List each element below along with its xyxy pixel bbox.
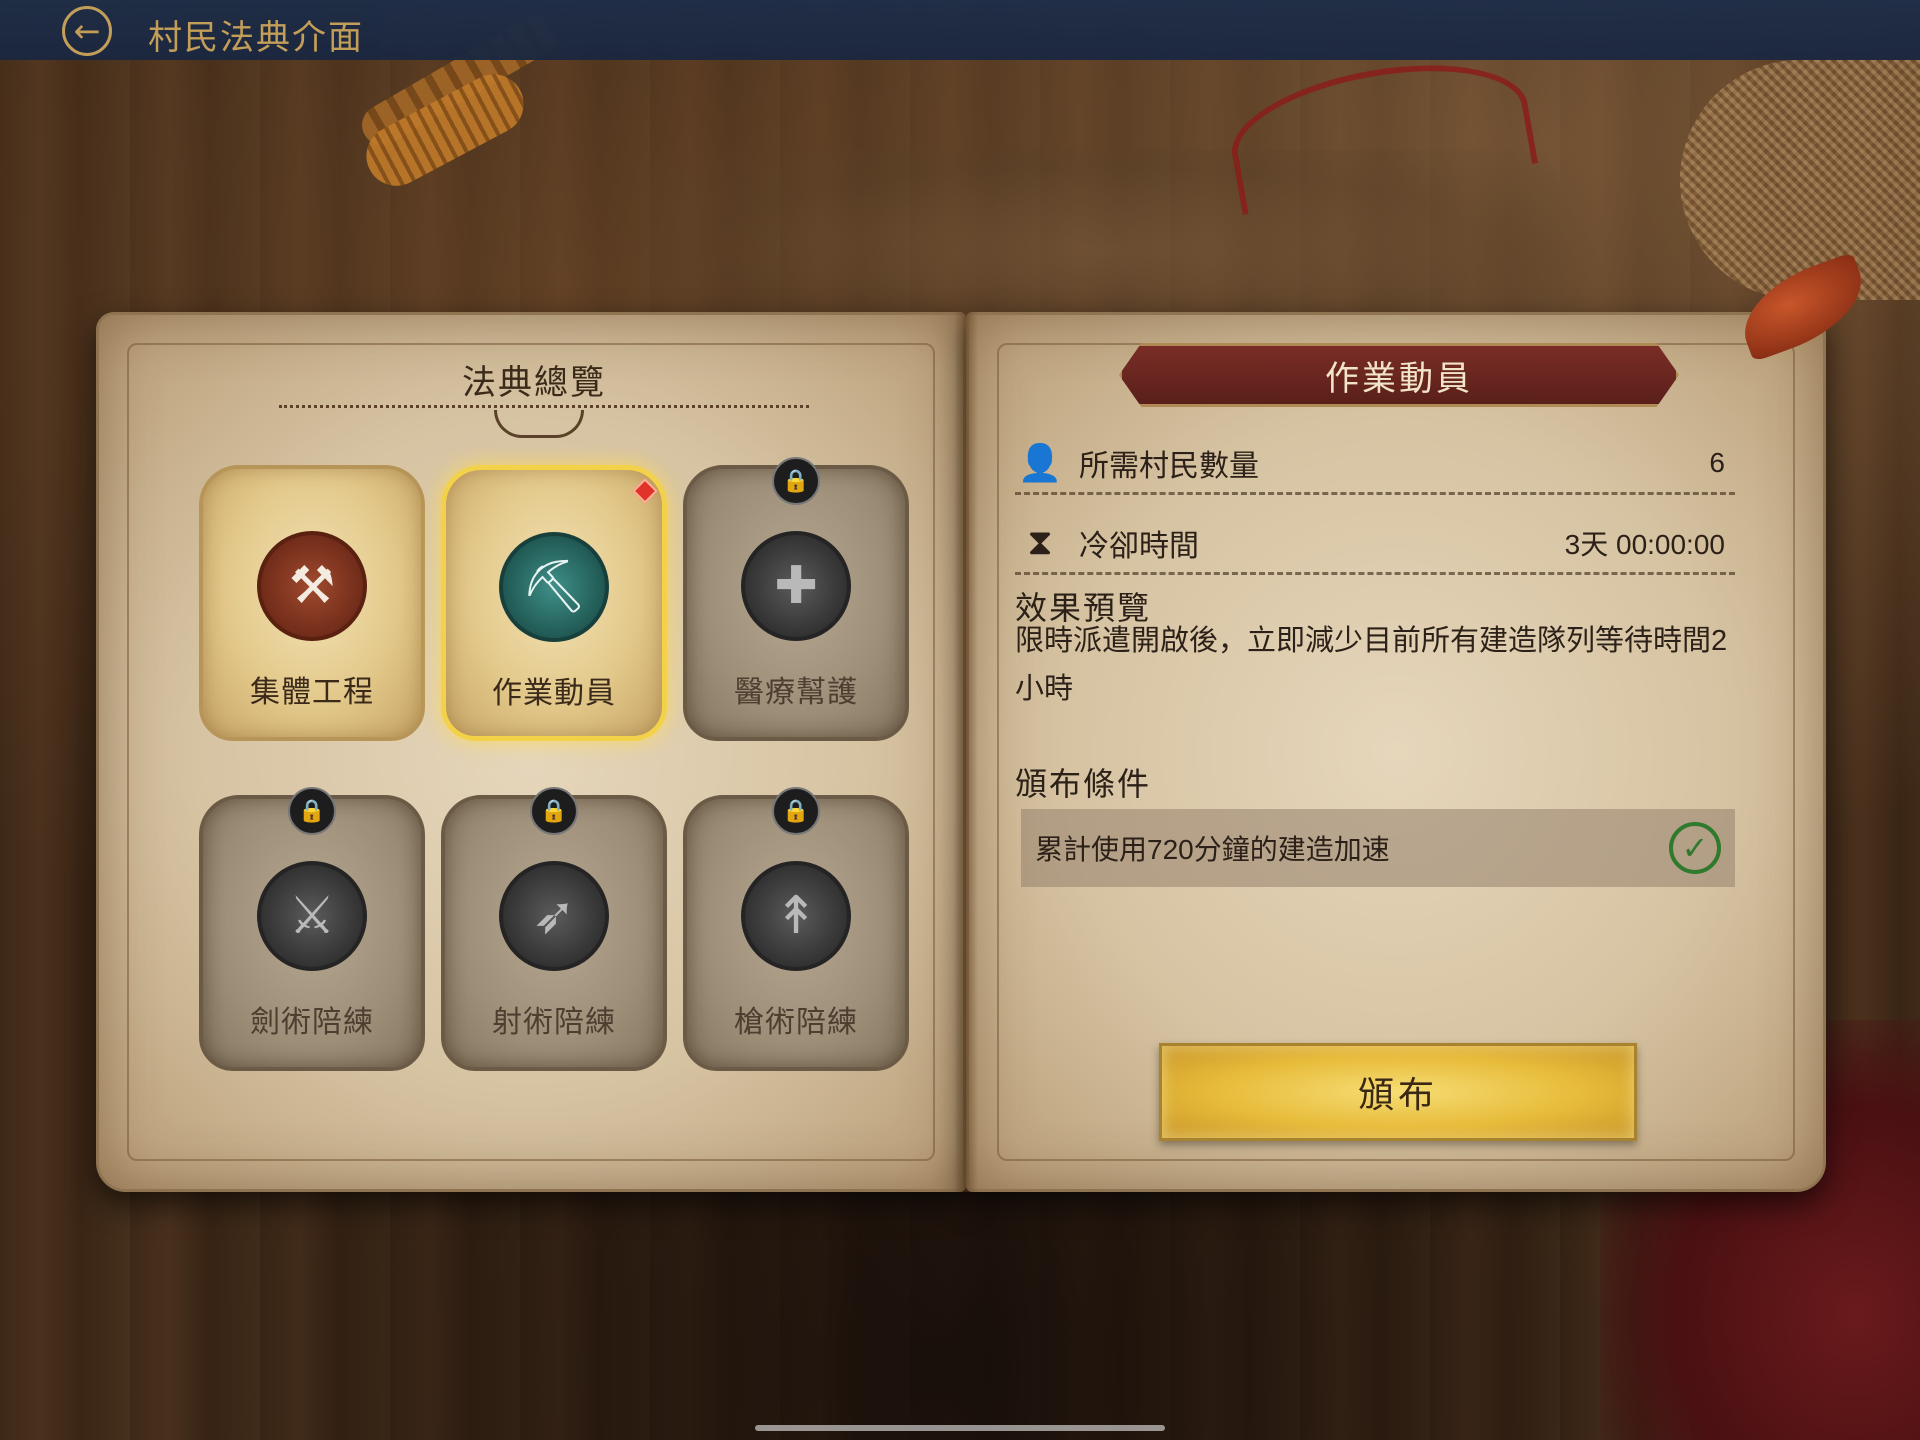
book-spine bbox=[954, 312, 978, 1192]
law-card-archery-training[interactable]: 🔒 ➶ 射術陪練 bbox=[441, 787, 667, 1071]
law-card-sword-training[interactable]: 🔒 ⚔ 劍術陪練 bbox=[199, 787, 425, 1071]
title-ornament bbox=[494, 410, 584, 438]
law-card-label: 槍術陪練 bbox=[734, 1005, 858, 1040]
arrow-left-icon: ← bbox=[73, 12, 101, 50]
stat-row-cooldown: ⧗ 冷卻時間 3天 00:00:00 bbox=[1015, 513, 1735, 575]
home-indicator[interactable] bbox=[755, 1425, 1165, 1431]
law-card-spear-training[interactable]: 🔒 ↟ 槍術陪練 bbox=[683, 787, 909, 1071]
overview-title: 法典總覽 bbox=[462, 363, 606, 403]
law-card-label: 集體工程 bbox=[250, 675, 374, 710]
issue-button[interactable]: 頒布 bbox=[1159, 1043, 1637, 1141]
law-detail-page: 作業動員 👤 所需村民數量 6 ⧗ 冷卻時間 3天 00:00:00 效果預覽 … bbox=[966, 312, 1826, 1192]
back-button[interactable]: ← bbox=[62, 6, 112, 56]
title-divider bbox=[279, 405, 809, 408]
bow-icon: ➶ bbox=[499, 861, 609, 971]
stat-value: 6 bbox=[1709, 446, 1725, 478]
hourglass-icon: ⧗ bbox=[1027, 521, 1053, 563]
burlap-sack-decoration bbox=[1680, 60, 1920, 300]
villager-icon: 👤 bbox=[1017, 442, 1063, 484]
codex-book: 法典總覽 ⚒ 集體工程 ⛏ 作業動員 🔒 ✚ 醫療幫護 🔒 ⚔ 劍術陪練 🔒 ➶… bbox=[96, 312, 1826, 1192]
law-card-label: 作業動員 bbox=[492, 676, 616, 711]
sword-icon: ⚔ bbox=[257, 861, 367, 971]
codex-overview-page: 法典總覽 ⚒ 集體工程 ⛏ 作業動員 🔒 ✚ 醫療幫護 🔒 ⚔ 劍術陪練 🔒 ➶… bbox=[96, 312, 966, 1192]
lock-icon: 🔒 bbox=[530, 787, 578, 835]
law-title-banner: 作業動員 bbox=[1119, 343, 1679, 407]
law-card-label: 射術陪練 bbox=[492, 1005, 616, 1040]
stat-label: 所需村民數量 bbox=[1079, 449, 1259, 483]
top-bar: ← 村民法典介面 bbox=[0, 0, 1920, 60]
spear-icon: ↟ bbox=[741, 861, 851, 971]
medic-icon: ✚ bbox=[741, 531, 851, 641]
page-title: 村民法典介面 bbox=[148, 18, 364, 58]
law-card-label: 醫療幫護 bbox=[734, 675, 858, 710]
condition-row: 累計使用720分鐘的建造加速 ✓ bbox=[1021, 809, 1735, 887]
stat-row-villagers: 👤 所需村民數量 6 bbox=[1015, 433, 1735, 495]
notification-dot bbox=[632, 478, 658, 504]
lock-icon: 🔒 bbox=[772, 457, 820, 505]
hammer-icon: ⚒ bbox=[257, 531, 367, 641]
lock-icon: 🔒 bbox=[772, 787, 820, 835]
lock-icon: 🔒 bbox=[288, 787, 336, 835]
effect-description: 限時派遣開啟後，立即減少目前所有建造隊列等待時間2小時 bbox=[1015, 625, 1728, 705]
law-card-work-mobilization[interactable]: ⛏ 作業動員 bbox=[441, 465, 667, 741]
pickaxe-icon: ⛏ bbox=[499, 532, 609, 642]
law-card-collective-engineering[interactable]: ⚒ 集體工程 bbox=[199, 465, 425, 741]
law-card-medical-aid[interactable]: 🔒 ✚ 醫療幫護 bbox=[683, 457, 909, 741]
check-circle-icon: ✓ bbox=[1669, 822, 1721, 874]
condition-heading: 頒布條件 bbox=[1015, 765, 1152, 803]
law-card-label: 劍術陪練 bbox=[250, 1005, 374, 1040]
condition-text: 累計使用720分鐘的建造加速 bbox=[1035, 834, 1390, 865]
stat-label: 冷卻時間 bbox=[1079, 529, 1199, 563]
stat-value: 3天 00:00:00 bbox=[1564, 528, 1725, 560]
